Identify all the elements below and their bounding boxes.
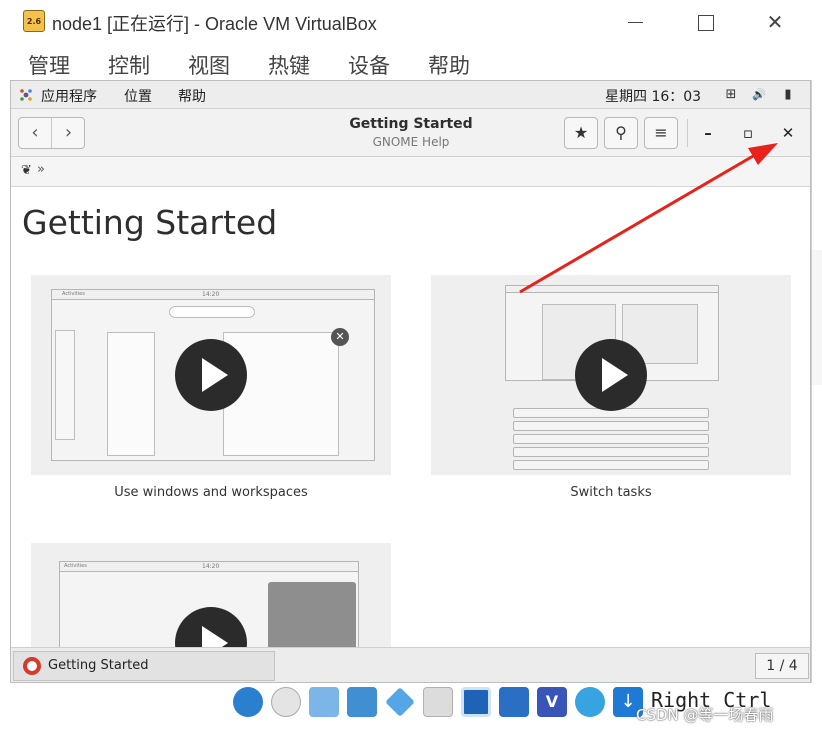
header-separator <box>687 119 688 147</box>
bookmark-button[interactable]: ★ <box>564 117 598 149</box>
close-icon: ✕ <box>781 124 795 142</box>
mock-dash <box>55 330 75 440</box>
back-button[interactable]: ‹ <box>19 118 52 148</box>
usb-icon[interactable] <box>385 687 415 717</box>
help-menu[interactable]: 帮助 <box>178 86 206 106</box>
title-bar: 2.6 node1 [正在运行] - Oracle VM VirtualBox … <box>0 0 812 44</box>
keyboard-row <box>513 421 709 431</box>
close-icon: ✕ <box>766 10 784 34</box>
help-minimize-button[interactable]: – <box>698 123 718 143</box>
workspace-pager[interactable]: 1 / 4 <box>755 653 809 679</box>
guest-additions-icon[interactable] <box>575 687 605 717</box>
menu-help[interactable]: 帮助 <box>428 50 470 80</box>
maximize-icon: ▫ <box>742 124 754 142</box>
battery-icon[interactable]: ▮ <box>780 87 796 103</box>
video-card-windows[interactable]: Activities 14:20 ✕ <box>31 275 391 475</box>
applications-menu[interactable]: 应用程序 <box>41 86 97 106</box>
minimize-icon: – <box>704 124 712 142</box>
window-title: node1 [正在运行] - Oracle VM VirtualBox <box>52 14 377 34</box>
audio-icon[interactable] <box>309 687 339 717</box>
mock-topbar <box>506 286 718 293</box>
optical-drive-icon[interactable] <box>271 687 301 717</box>
keyboard-row <box>513 434 709 444</box>
task-getting-started[interactable]: Getting Started <box>13 651 275 681</box>
status-bar: V ↓ Right Ctrl CSDN @等一场春雨 <box>0 683 812 733</box>
lifebuoy-icon <box>23 657 41 675</box>
navigation-buttons: ‹ › <box>18 117 85 149</box>
help-close-button[interactable]: ✕ <box>778 123 798 143</box>
task-label: Getting Started <box>48 658 149 673</box>
virtualbox-app-icon: 2.6 <box>23 10 45 32</box>
menu-bar: 管理 控制 视图 热键 设备 帮助 <box>0 44 812 80</box>
volume-icon[interactable]: 🔊 <box>751 87 767 103</box>
chevron-left-icon: ‹ <box>31 122 39 143</box>
menu-devices[interactable]: 设备 <box>348 50 390 80</box>
window-list-bar: Getting Started 1 / 4 <box>11 647 810 682</box>
close-button[interactable]: ✕ <box>760 8 790 36</box>
video-card-third[interactable]: Activities 14:20 <box>31 543 391 679</box>
forward-button[interactable]: › <box>52 118 85 148</box>
hamburger-icon: ≡ <box>654 123 668 142</box>
star-icon: ★ <box>573 123 589 142</box>
csdn-watermark: CSDN @等一场春雨 <box>636 706 774 724</box>
header-title: Getting Started <box>349 116 473 132</box>
card-label-windows[interactable]: Use windows and workspaces <box>31 485 391 500</box>
mock-window-a <box>107 332 155 456</box>
network-adapter-icon[interactable] <box>347 687 377 717</box>
help-content: Getting Started Activities 14:20 ✕ Use w… <box>11 187 810 679</box>
menu-button[interactable]: ≡ <box>644 117 678 149</box>
guest-display[interactable]: 应用程序 位置 帮助 星期四 16：03 ⊞ 🔊 ▮ ‹ › Getting S… <box>10 80 811 683</box>
minimize-button[interactable] <box>620 8 650 36</box>
page-title: Getting Started <box>22 203 278 242</box>
gnome-top-bar: 应用程序 位置 帮助 星期四 16：03 ⊞ 🔊 ▮ <box>11 81 810 109</box>
mock-clock: 14:20 <box>202 563 220 570</box>
help-header-bar: ‹ › Getting Started GNOME Help ★ ⚲ ≡ – ▫… <box>11 109 810 157</box>
menu-hotkeys[interactable]: 热键 <box>268 50 310 80</box>
path-separator: » <box>37 162 45 177</box>
virtualization-icon[interactable]: V <box>537 687 567 717</box>
chevron-right-icon: › <box>64 122 73 143</box>
places-menu[interactable]: 位置 <box>124 86 152 106</box>
maximize-button[interactable] <box>690 8 720 36</box>
shared-folder-icon[interactable] <box>423 687 453 717</box>
capture-icon[interactable] <box>499 687 529 717</box>
menu-view[interactable]: 视图 <box>188 50 230 80</box>
keyboard-row <box>513 447 709 457</box>
clock[interactable]: 星期四 16：03 <box>605 86 701 106</box>
header-subtitle: GNOME Help <box>372 135 450 149</box>
network-icon[interactable]: ⊞ <box>723 87 739 103</box>
card-label-switch-tasks[interactable]: Switch tasks <box>431 485 791 500</box>
search-icon: ⚲ <box>615 123 627 142</box>
display-icon[interactable] <box>461 687 491 717</box>
background-right-strip <box>812 250 822 385</box>
play-icon[interactable] <box>175 339 247 411</box>
mock-close-badge: ✕ <box>331 328 349 346</box>
play-icon[interactable] <box>575 339 647 411</box>
hard-disk-icon[interactable] <box>233 687 263 717</box>
path-bar: ❦ » <box>11 157 810 187</box>
keyboard-row <box>513 460 709 470</box>
video-card-switch-tasks[interactable] <box>431 275 791 475</box>
mock-search <box>169 306 255 318</box>
applications-icon <box>20 89 32 101</box>
menu-manage[interactable]: 管理 <box>28 50 70 80</box>
help-maximize-button[interactable]: ▫ <box>738 123 758 143</box>
mock-clock: 14:20 <box>202 291 220 298</box>
help-home-icon[interactable]: ❦ <box>21 163 32 178</box>
menu-control[interactable]: 控制 <box>108 50 150 80</box>
virtualbox-window: 2.6 node1 [正在运行] - Oracle VM VirtualBox … <box>0 0 812 733</box>
search-button[interactable]: ⚲ <box>604 117 638 149</box>
